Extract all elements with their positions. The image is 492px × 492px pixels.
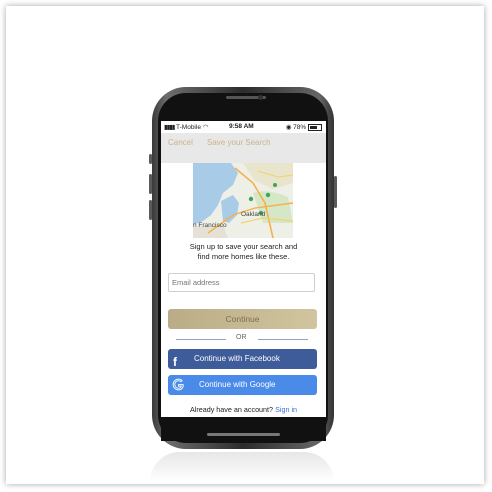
facebook-button[interactable]: f Continue with Facebook: [168, 349, 317, 369]
continue-button[interactable]: Continue: [168, 309, 317, 329]
phone-chin: [161, 417, 326, 441]
battery-icon: [308, 123, 322, 131]
carrier-label: T-Mobile: [176, 124, 201, 131]
facebook-button-label: Continue with Facebook: [194, 354, 280, 363]
carrier-text: ▮▮▮▮ T-Mobile ◠: [164, 123, 208, 131]
lock-rotation-icon: ◉: [285, 124, 292, 131]
wifi-icon: ◠: [202, 124, 209, 131]
facebook-icon: f: [173, 355, 177, 369]
signin-link[interactable]: Sign in: [275, 405, 297, 414]
email-input[interactable]: [168, 273, 315, 292]
battery-status: ◉ 78%: [286, 123, 322, 131]
map-label-sf: n Francisco: [193, 222, 227, 229]
volume-down-button: [149, 200, 152, 220]
page-title: Save your Search: [207, 138, 271, 147]
home-indicator: [207, 433, 280, 436]
power-button: [334, 176, 337, 208]
signup-message: Sign up to save your search and find mor…: [171, 242, 316, 262]
clock-text: 9:58 AM: [229, 123, 254, 130]
signin-prompt-text: Already have an account?: [189, 405, 274, 414]
google-icon: [172, 378, 184, 391]
signup-line-2: find more homes like these.: [197, 252, 290, 261]
battery-percent: 78%: [293, 124, 307, 131]
divider-line-right: [258, 339, 308, 340]
cancel-button[interactable]: Cancel: [168, 138, 193, 147]
signal-icon: ▮▮▮▮: [164, 124, 175, 131]
map-label-oakland: Oakland: [241, 211, 266, 218]
mute-switch: [149, 154, 152, 164]
signin-prompt: Already have an account? Sign in: [161, 405, 326, 414]
signup-line-1: Sign up to save your search and: [189, 242, 298, 251]
front-camera: [258, 95, 263, 100]
map-marker: [248, 196, 254, 202]
volume-up-button: [149, 174, 152, 194]
google-button-label: Continue with Google: [199, 380, 276, 389]
status-bar: ▮▮▮▮ T-Mobile ◠ 9:58 AM ◉ 78%: [161, 121, 326, 133]
or-label: OR: [236, 334, 247, 341]
phone-reflection: [150, 452, 334, 482]
divider-line-left: [176, 339, 226, 340]
google-button[interactable]: Continue with Google: [168, 375, 317, 395]
or-divider: OR: [176, 334, 309, 344]
phone-screen: ▮▮▮▮ T-Mobile ◠ 9:58 AM ◉ 78% Cancel Sav…: [161, 121, 326, 417]
